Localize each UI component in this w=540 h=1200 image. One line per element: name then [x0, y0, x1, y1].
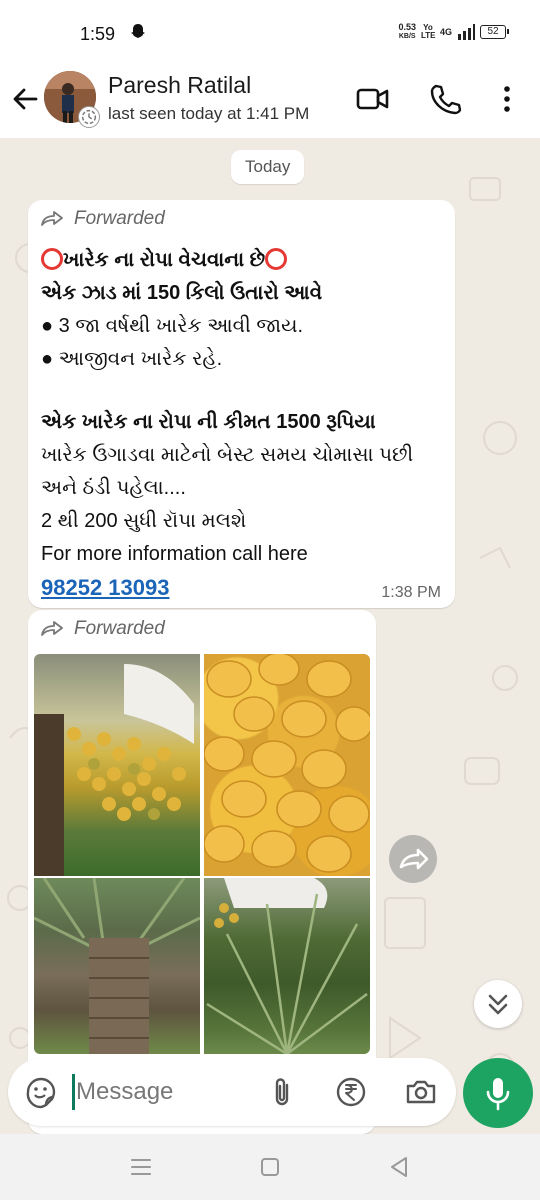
- last-seen-status: last seen today at 1:41 PM: [108, 104, 310, 123]
- volte-indicator: Yo LTE: [420, 23, 436, 40]
- text-cursor: [72, 1074, 75, 1110]
- network-type: 4G: [439, 27, 452, 37]
- date-palm-trunk-image[interactable]: [34, 878, 200, 1054]
- forwarded-icon: [41, 211, 63, 226]
- forwarded-label: Forwarded: [40, 208, 165, 230]
- chat-header: Paresh Ratilal last seen today at 1:41 P…: [0, 66, 540, 138]
- message-line: ખારેક ઉગાડવા માટેનો બેસ્ટ સમય ચોમાસા પછી: [41, 444, 414, 466]
- message-line: એક ખારેક ના રોપા ની કીમત 1500 રૂપિયા: [41, 411, 376, 433]
- message-line: ● 3 જા વર્ષથી ખારેક આવી જાય.: [41, 315, 304, 337]
- recent-apps-icon[interactable]: [128, 1154, 154, 1180]
- more-options-icon[interactable]: [490, 82, 524, 116]
- forward-share-button[interactable]: [389, 835, 437, 883]
- phone-number-link[interactable]: 98252 13093: [41, 575, 169, 600]
- image-message-bubble[interactable]: Forwarded: [28, 610, 376, 1134]
- camera-icon[interactable]: [404, 1075, 438, 1109]
- signal-icon: [458, 24, 475, 40]
- message-line: For more information call here: [41, 543, 308, 565]
- message-line: અને ઠંડી પહેલા....: [41, 477, 186, 499]
- contact-name[interactable]: Paresh Ratilal: [108, 72, 251, 99]
- message-input[interactable]: [76, 1072, 256, 1112]
- scroll-to-bottom-button[interactable]: [474, 980, 522, 1028]
- back-arrow-icon[interactable]: [10, 84, 40, 114]
- rupee-payment-icon[interactable]: [334, 1075, 368, 1109]
- forwarded-icon: [41, 621, 63, 636]
- message-time: 1:38 PM: [381, 584, 441, 601]
- voice-call-icon[interactable]: [428, 82, 462, 116]
- network-speed: 0.53 KB/S: [398, 22, 416, 41]
- microphone-icon: [486, 1078, 510, 1111]
- back-navigation-icon[interactable]: [386, 1154, 412, 1180]
- yellow-dates-closeup-image[interactable]: [204, 654, 370, 876]
- chat-area[interactable]: Today Forwarded ખારેક ના રોપા વેચવાના છે…: [0, 138, 540, 1134]
- message-line: એક ઝાડ માં 150 કિલો ઉતારો આવે: [41, 282, 323, 304]
- forwarded-label: Forwarded: [40, 618, 165, 640]
- image-grid[interactable]: [34, 654, 370, 1054]
- battery-icon: 52: [480, 25, 509, 39]
- date-palm-fruit-bunch-image[interactable]: [34, 654, 200, 876]
- voice-message-button[interactable]: [463, 1058, 533, 1128]
- status-bar: 1:59 0.53 KB/S Yo LTE 4G 52: [0, 0, 540, 66]
- date-chip: Today: [231, 150, 305, 184]
- snapchat-notification-icon: [131, 24, 145, 38]
- message-text: ખારેક ના રોપા વેચવાના છે એક ઝાડ માં 150 …: [41, 244, 445, 606]
- status-time: 1:59: [80, 24, 116, 44]
- date-palm-tree-image[interactable]: [204, 878, 370, 1054]
- red-circle-emoji-icon: [41, 248, 63, 270]
- message-compose-bar: [8, 1058, 456, 1126]
- red-circle-emoji-icon: [265, 248, 288, 270]
- message-line: ● આજીવન ખારેક રહે.: [41, 348, 223, 370]
- double-chevron-down-icon: [488, 994, 508, 1015]
- attach-paperclip-icon[interactable]: [265, 1075, 299, 1109]
- emoji-sticker-icon[interactable]: [24, 1075, 58, 1109]
- message-line: 2 થી 200 સુધી રૉપા મલશે: [41, 510, 247, 532]
- video-call-icon[interactable]: [356, 82, 390, 116]
- message-bubble[interactable]: Forwarded ખારેક ના રોપા વેચવાના છે એક ઝા…: [28, 200, 455, 608]
- home-button-icon[interactable]: [257, 1154, 283, 1180]
- forward-arrow-icon: [399, 848, 429, 870]
- system-navigation-bar: [0, 1134, 540, 1200]
- message-line-title: ખારેક ના રોપા વેચવાના છે: [41, 244, 445, 277]
- status-ring-icon: [78, 106, 100, 128]
